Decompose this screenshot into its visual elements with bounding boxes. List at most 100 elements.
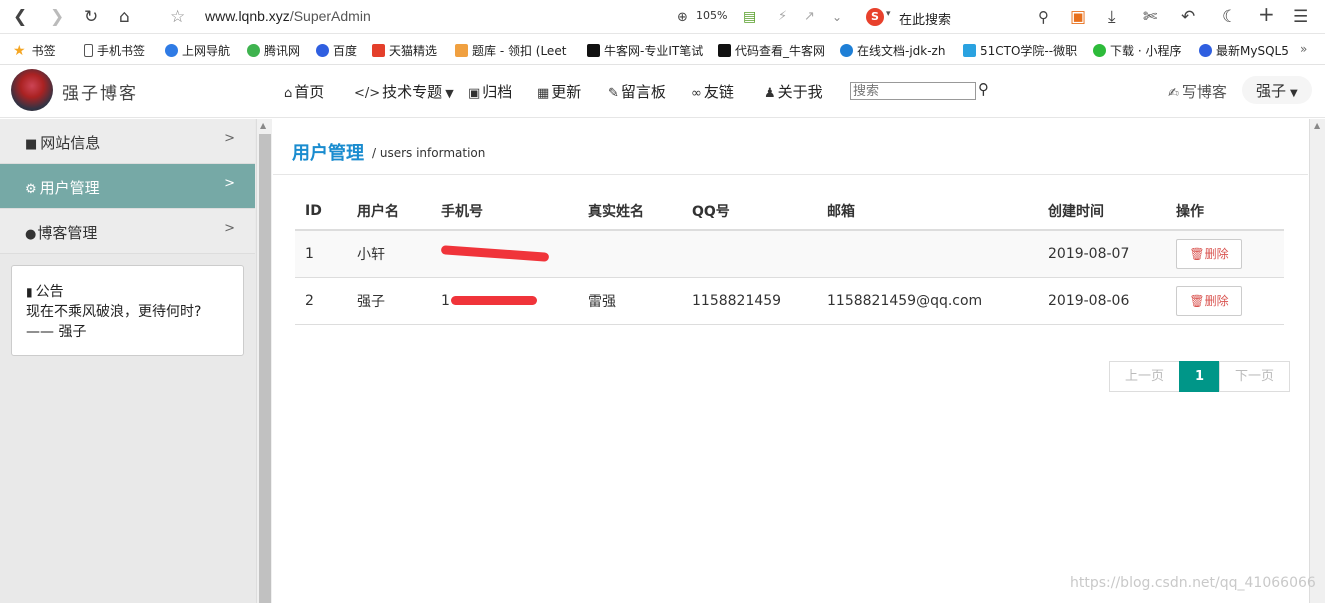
page-title: 用户管理 <box>292 143 364 164</box>
bookmark-icon: ▮ <box>26 285 33 299</box>
caret-down-icon: ▼ <box>445 87 454 100</box>
zoom-level[interactable]: 105% <box>696 9 727 22</box>
caret-down-icon: ▼ <box>1290 88 1298 99</box>
nav-about[interactable]: ♟ 关于我 <box>764 81 823 102</box>
search-engine-logo: S <box>866 8 884 26</box>
bookmark-item[interactable]: 腾讯网 <box>247 42 300 59</box>
sidebar-item-user-management[interactable]: ⚙ 用户管理 > <box>0 164 255 209</box>
scrollbar-thumb[interactable] <box>259 134 271 603</box>
cell-qq: 1158821459 <box>682 277 817 325</box>
more-bookmarks-icon[interactable]: » <box>1300 42 1307 56</box>
column-header: 用户名 <box>347 192 431 231</box>
chevron-right-icon: > <box>224 221 235 236</box>
bookmark-item[interactable]: 在线文档-jdk-zh <box>840 42 945 59</box>
address-bar[interactable]: www.lqnb.xyz/SuperAdmin <box>205 8 371 24</box>
search-icon[interactable]: ⚲ <box>978 80 989 98</box>
nav-links[interactable]: ∞ 友链 <box>691 81 734 102</box>
next-page-button[interactable]: 下一页 <box>1219 361 1290 392</box>
home-icon[interactable]: ⌂ <box>119 6 130 28</box>
bookmark-item[interactable]: 代码查看_牛客网 <box>718 42 825 59</box>
bookmark-item[interactable]: 手机书签 <box>84 42 145 59</box>
write-blog-button[interactable]: ✍ 写博客 <box>1168 81 1227 102</box>
cell-action: 🗑删除 <box>1166 230 1284 278</box>
share-icon[interactable]: ↗ <box>804 6 815 28</box>
comment-icon: ● <box>25 227 37 242</box>
table-row: 1 小轩 2019-08-07 🗑删除 <box>295 230 1284 278</box>
search-icon[interactable]: ⚲ <box>1038 6 1049 28</box>
prev-page-button[interactable]: 上一页 <box>1109 361 1180 392</box>
divider <box>273 174 1308 175</box>
delete-button[interactable]: 🗑删除 <box>1176 238 1242 269</box>
column-header: 真实姓名 <box>578 192 682 231</box>
trash-icon: 🗑 <box>1189 246 1205 261</box>
cell-email <box>817 230 1038 278</box>
back-icon[interactable]: ❮ <box>13 6 27 28</box>
menu-icon[interactable]: ☰ <box>1293 6 1308 28</box>
bookmark-item[interactable]: 百度 <box>316 42 357 59</box>
nav-topics[interactable]: </> 技术专题 ▼ <box>354 81 456 102</box>
reload-icon[interactable]: ↻ <box>84 6 98 28</box>
nav-guestbook[interactable]: ✎ 留言板 <box>608 81 666 102</box>
notice-author: —— 强子 <box>26 324 87 340</box>
star-icon[interactable]: ☆ <box>170 6 185 28</box>
cto-icon <box>963 44 976 57</box>
table-header-row: ID 用户名 手机号 真实姓名 QQ号 邮箱 创建时间 操作 <box>295 192 1284 231</box>
sidebar-item-site-info[interactable]: ■ 网站信息 > <box>0 119 255 164</box>
bookmarks-bar: ★ 书签 手机书签 上网导航 腾讯网 百度 天猫精选 题库 - 领扣 (Leet … <box>0 35 1325 65</box>
bookmark-item[interactable]: ★ 书签 <box>13 42 56 59</box>
chevron-down-icon[interactable]: ⌄ <box>832 6 842 28</box>
link-icon: ∞ <box>691 86 702 101</box>
scissors-icon[interactable]: ✄ <box>1143 6 1157 28</box>
cell-created: 2019-08-07 <box>1038 230 1166 278</box>
bookmark-item[interactable]: 题库 - 领扣 (Leet <box>455 42 566 59</box>
delete-button[interactable]: 🗑删除 <box>1176 285 1242 316</box>
cell-username: 小轩 <box>347 230 431 278</box>
site-search-input[interactable] <box>850 82 976 100</box>
main-scrollbar[interactable]: ▲ <box>1309 119 1325 603</box>
sidebar-scrollbar[interactable]: ▲ <box>256 119 272 603</box>
caret-down-icon[interactable]: ▾ <box>886 9 891 19</box>
cell-realname <box>578 230 682 278</box>
cell-phone: 1 <box>431 277 578 325</box>
scroll-up-icon[interactable]: ▲ <box>1314 121 1320 130</box>
download-icon[interactable]: ⤓ <box>1108 6 1116 28</box>
watermark: https://blog.csdn.net/qq_41066066 <box>1070 575 1316 591</box>
user-menu[interactable]: 强子 ▼ <box>1242 76 1312 104</box>
night-mode-icon[interactable]: ☾ <box>1222 6 1237 28</box>
nav-archive[interactable]: ▣ 归档 <box>468 81 512 102</box>
bookmark-item[interactable]: 上网导航 <box>165 42 230 59</box>
page-number-current[interactable]: 1 <box>1179 361 1220 392</box>
forward-icon[interactable]: ❯ <box>50 6 64 28</box>
bookmark-item[interactable]: 天猫精选 <box>372 42 437 59</box>
browser-search[interactable]: S ▾ 在此搜索 <box>866 6 1056 28</box>
scroll-up-icon[interactable]: ▲ <box>260 121 266 130</box>
baidu-icon <box>1199 44 1212 57</box>
new-tab-icon[interactable]: + <box>1258 3 1275 25</box>
url-path: /SuperAdmin <box>289 8 371 24</box>
notice-panel: ▮ 公告 现在不乘风破浪，更待何时? —— 强子 <box>11 265 244 356</box>
column-header: 手机号 <box>431 192 578 231</box>
undo-icon[interactable]: ↶ <box>1181 6 1195 28</box>
nav-updates[interactable]: ▦ 更新 <box>537 81 581 102</box>
avatar[interactable] <box>11 69 53 111</box>
bookmark-item[interactable]: 最新MySQL5 <box>1199 42 1289 59</box>
nav-home[interactable]: ⌂ 首页 <box>284 81 324 102</box>
nowcoder-icon <box>587 44 600 57</box>
home-icon: ⌂ <box>284 86 293 101</box>
site-title[interactable]: 强子博客 <box>62 79 138 104</box>
reader-icon[interactable]: ▤ <box>743 6 756 28</box>
page-subtitle: / users information <box>372 146 486 160</box>
column-header: 创建时间 <box>1038 192 1166 231</box>
lightning-icon[interactable]: ⚡ <box>778 6 787 28</box>
redaction-mark <box>450 296 537 305</box>
cell-username: 强子 <box>347 277 431 325</box>
bookmark-item[interactable]: 51CTO学院--微职 <box>963 42 1077 59</box>
trash-icon: 🗑 <box>1189 293 1205 308</box>
star-icon: ★ <box>13 43 26 59</box>
bookmark-item[interactable]: 牛客网-专业IT笔试 <box>587 42 703 59</box>
bookmark-item[interactable]: 下载 · 小程序 <box>1093 42 1181 59</box>
calendar-icon: ▦ <box>537 86 550 101</box>
zoom-icon[interactable]: ⊕ <box>677 7 688 29</box>
game-icon[interactable]: ▣ <box>1070 6 1086 28</box>
sidebar-item-blog-management[interactable]: ●博客管理 > <box>0 209 255 254</box>
